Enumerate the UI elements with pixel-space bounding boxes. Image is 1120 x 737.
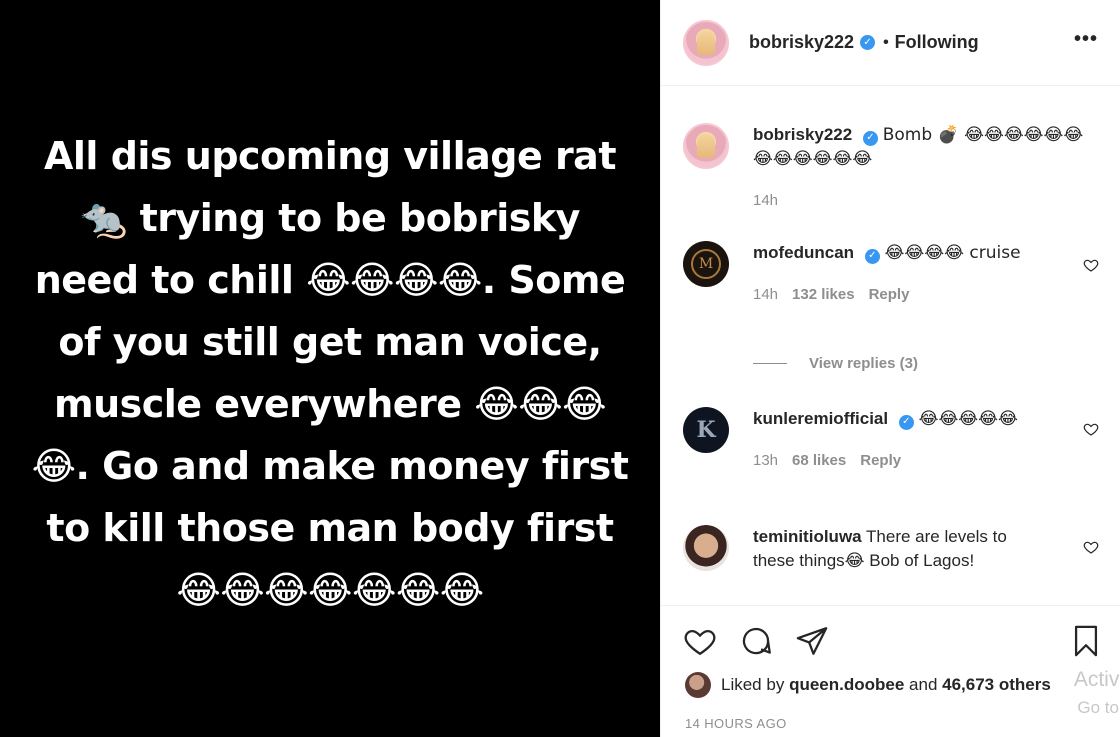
comments-list[interactable]: bobrisky222 ✓ Bomb 💣 😂😂😂😂😂😂😂😂😂😂😂😂 14h M: [661, 87, 1120, 605]
heart-outline-icon[interactable]: [1083, 421, 1099, 437]
commenter-username[interactable]: kunleremiofficial: [753, 409, 888, 428]
monogram-logo-icon: M: [691, 249, 721, 279]
author-avatar[interactable]: [683, 19, 729, 66]
view-replies-label: View replies (3): [809, 355, 918, 372]
comment-time[interactable]: 13h: [753, 449, 778, 473]
post-timestamp[interactable]: 14 HOURS AGO: [685, 716, 787, 731]
commenter-username[interactable]: mofeduncan: [753, 243, 854, 262]
likes-middle: and: [909, 675, 938, 694]
heart-icon[interactable]: [683, 624, 717, 658]
caption-comment-meta: 14h: [753, 189, 1093, 213]
activation-watermark-line2: Go to S: [1077, 698, 1120, 717]
commenter-avatar[interactable]: M: [683, 241, 729, 287]
comment-item: M mofeduncan ✓ 😂😂😂😂 cruise 14h 132 likes…: [683, 241, 1103, 307]
replies-divider: [753, 363, 787, 364]
commenter-avatar[interactable]: K: [683, 407, 729, 453]
author-username[interactable]: bobrisky222: [749, 32, 854, 53]
reply-button[interactable]: Reply: [860, 449, 901, 473]
verified-badge-icon: ✓: [898, 414, 914, 430]
monogram-logo-icon: K: [696, 417, 716, 443]
commenter-username[interactable]: teminitioluwa: [753, 527, 862, 546]
comment-likes[interactable]: 132 likes: [792, 283, 855, 307]
comment-text: 😂😂😂😂😂: [918, 409, 1018, 429]
instagram-post-view: All dis upcoming village rat 🐀 trying to…: [0, 0, 1120, 737]
view-replies-button[interactable]: View replies (3): [753, 355, 918, 372]
liker-avatar[interactable]: [685, 672, 711, 698]
comment-text: 😂😂😂😂 cruise: [884, 243, 1021, 263]
liker-username[interactable]: queen.doobee: [789, 675, 904, 695]
more-dots-icon[interactable]: •••: [1074, 28, 1098, 57]
caption-author-avatar[interactable]: [683, 123, 729, 169]
commenter-avatar[interactable]: [683, 525, 729, 571]
post-actions: Liked by queen.doobee and 46,673 others …: [661, 605, 1120, 737]
verified-badge-icon: ✓: [862, 130, 878, 146]
heart-outline-icon[interactable]: [1083, 257, 1099, 273]
heart-outline-icon[interactable]: [1083, 539, 1099, 555]
following-button[interactable]: Following: [895, 32, 979, 53]
comment-time[interactable]: 14h: [753, 283, 778, 307]
author-info: bobrisky222 ✓ • Following: [749, 32, 979, 53]
likes-prefix: Liked by: [721, 675, 785, 694]
comment-likes[interactable]: 68 likes: [792, 449, 846, 473]
comment-item: teminitioluwa There are levels to these …: [683, 525, 1103, 573]
comment-bubble-icon[interactable]: [739, 624, 773, 658]
comment-item: K kunleremiofficial ✓ 😂😂😂😂😂 13h 68 likes…: [683, 407, 1103, 473]
bookmark-icon[interactable]: [1069, 624, 1103, 658]
media-caption-text: All dis upcoming village rat 🐀 trying to…: [31, 133, 629, 612]
post-media: All dis upcoming village rat 🐀 trying to…: [0, 0, 660, 737]
action-icons-row: [683, 624, 829, 658]
reply-button[interactable]: Reply: [869, 283, 910, 307]
caption-comment: bobrisky222 ✓ Bomb 💣 😂😂😂😂😂😂😂😂😂😂😂😂 14h: [683, 123, 1103, 213]
likes-count[interactable]: 46,673 others: [942, 675, 1051, 695]
comment-time[interactable]: 14h: [753, 189, 778, 213]
separator-dot: •: [883, 33, 889, 51]
caption-author-username[interactable]: bobrisky222: [753, 125, 852, 144]
post-side-panel: bobrisky222 ✓ • Following ••• bobrisky22…: [660, 0, 1120, 737]
paper-plane-icon[interactable]: [795, 624, 829, 658]
activation-watermark-line1: Activa: [1073, 668, 1120, 691]
verified-badge-icon: ✓: [864, 248, 880, 264]
likes-summary[interactable]: Liked by queen.doobee and 46,673 others: [685, 672, 1051, 698]
comment-meta: 13h 68 likes Reply: [753, 449, 1063, 473]
post-header: bobrisky222 ✓ • Following •••: [661, 0, 1120, 86]
comment-meta: 14h 132 likes Reply: [753, 283, 1053, 307]
verified-badge-icon: ✓: [860, 35, 876, 50]
